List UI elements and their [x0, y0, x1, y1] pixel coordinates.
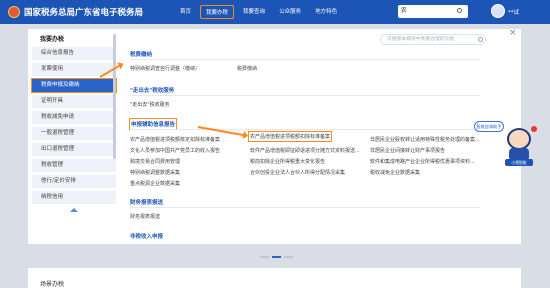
nav-local-features[interactable]: 地方特色 — [310, 5, 342, 19]
link-tax-payment[interactable]: 税费缴纳 — [237, 65, 257, 72]
section-divider — [130, 59, 480, 60]
sidebar-item-declare-pay[interactable]: 税费申报及缴纳 — [31, 78, 117, 93]
sidebar-item-credit[interactable]: 纳税信用 — [32, 191, 116, 204]
pager-dot[interactable] — [260, 256, 269, 258]
module-search-input[interactable]: 可搜索本模块中我要办理的功能 — [380, 34, 486, 45]
link-special-adjust-data[interactable]: 特别纳税调整数据采集 — [130, 169, 180, 176]
robot-head-icon — [507, 128, 531, 150]
link-partnership-income-data[interactable]: 合伙创投企业法人合伙人所得分配情况采集 — [250, 169, 345, 176]
link-software-vat-refund-docs[interactable]: 软件产品增值税即征即退进项分摊方式资料报送... — [250, 147, 360, 154]
sidebar-item-refund[interactable]: 一般退税管理 — [32, 127, 116, 140]
sidebar-expand-icon[interactable] — [70, 208, 78, 212]
sidebar-item-export-refund[interactable]: 出口退税管理 — [32, 143, 116, 156]
nav-public-service[interactable]: 公众服务 — [274, 5, 306, 19]
username[interactable]: **试 — [508, 8, 519, 16]
pager-dot[interactable] — [284, 256, 293, 258]
link-key-source-data[interactable]: 重点税源企业数据采集 — [130, 180, 180, 187]
section-divider — [130, 129, 480, 130]
assistant-robot[interactable]: 小税智能 — [503, 126, 537, 166]
link-agri-deduction-std-filing-2[interactable]: 农产品增值税进项税额扣除标准备案 — [247, 131, 333, 142]
section-divider — [130, 207, 480, 208]
pager-dot-active[interactable] — [272, 256, 281, 258]
search-icon[interactable] — [478, 37, 483, 42]
close-icon[interactable]: × — [509, 28, 517, 38]
assistant-bubble[interactable]: 智能咨询助手 — [474, 121, 504, 132]
sidebar-item-tax-management[interactable]: 税收管理 — [32, 159, 116, 172]
link-financial-statements[interactable]: 财务报表报送 — [130, 213, 160, 220]
sidebar-item-certificate[interactable]: 证明开具 — [32, 95, 116, 108]
tax-logo-icon — [8, 6, 20, 18]
nav-home[interactable]: 首页 — [175, 5, 196, 19]
section-title-financial-statements: 财务报表报送 — [130, 200, 164, 206]
section-title-non-tax-income: 非税收入申报 — [130, 234, 164, 240]
link-nonresident-equity-filing[interactable]: 非居民企业股权转让适用特殊性税务处理的备案... — [370, 136, 480, 143]
main-nav: 首页 我要办税 我要查询 公众服务 地方特色 — [175, 5, 346, 19]
nav-query[interactable]: 我要查询 — [238, 5, 270, 19]
link-nonresident-indirect-transfer[interactable]: 非居民企业间接转让财产事项报告 — [370, 147, 445, 154]
sidebar-item-tax-relief[interactable]: 税收减免申请 — [32, 111, 116, 124]
link-software-ic-incentive-docs[interactable]: 软件和集成电路产业企业所得税优惠事项资料... — [370, 158, 475, 165]
sidebar-scrollbar[interactable] — [113, 34, 116, 159]
search-icon[interactable] — [457, 8, 462, 13]
top-header: 国家税务总局广东省电子税务局 首页 我要办税 我要查询 公众服务 地方特色 农 … — [0, 0, 550, 24]
section-divider — [130, 95, 480, 96]
sidebar-title: 我要办税 — [40, 36, 65, 43]
notification-dot — [531, 126, 537, 132]
link-agri-deduction-std-filing[interactable]: 农产品增值税进项税额核定扣除标准备案 — [130, 136, 220, 143]
link-tax-relief-data[interactable]: 税收减免企业数据采集 — [370, 169, 420, 176]
site-title: 国家税务总局广东省电子税务局 — [24, 8, 144, 18]
nav-handle-tax[interactable]: 我要办税 — [200, 5, 235, 19]
section-title-aux-info-report: 申报辅助信息报告 — [128, 118, 178, 130]
scene-card — [28, 268, 521, 288]
sidebar-item-pricing[interactable]: 他行/定价安排 — [32, 175, 116, 188]
user-avatar[interactable] — [491, 4, 505, 18]
link-cross-border-contract[interactable]: 跨境交易合同费用管理 — [130, 158, 180, 165]
link-going-out-service[interactable]: "走出去"税收服务 — [130, 101, 170, 108]
scene-title: 场景办税 — [40, 281, 65, 288]
sidebar-item-info-report[interactable]: 综合信息报告 — [32, 47, 116, 60]
sidebar: 我要办税 综合信息报告 发票使用 税费申报及缴纳 证明开具 税收减免申请 一般退… — [31, 31, 117, 212]
link-culture-staff-report[interactable]: 文化人员参加中国共产党员工的收入报告 — [130, 147, 220, 154]
section-title-going-out: "走出去"税收服务 — [130, 88, 175, 94]
carousel-pager — [260, 256, 296, 258]
link-special-adjust-payment[interactable]: 特别纳税调查自行调整（缴纳） — [130, 65, 200, 72]
section-title-tax-payment: 税费缴纳 — [130, 52, 153, 58]
robot-badge: 小税智能 — [505, 159, 533, 166]
link-pre-tax-deduction-report[interactable]: 税前扣除企业所得税重大变化报告 — [250, 158, 325, 165]
